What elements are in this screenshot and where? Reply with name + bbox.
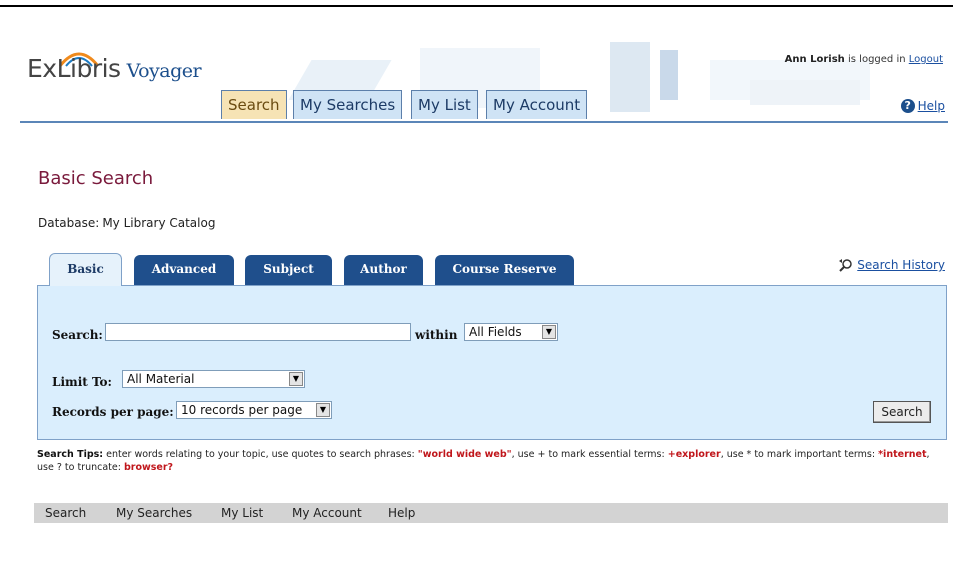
header: ExLibris Voyager Ann Lorish is logged in … bbox=[0, 40, 953, 122]
records-select-value: 10 records per page bbox=[181, 403, 303, 417]
records-select[interactable]: 10 records per page ▼ bbox=[176, 401, 332, 419]
logo-voyager: Voyager bbox=[126, 60, 202, 82]
footer-link-search[interactable]: Search bbox=[45, 503, 86, 523]
records-label: Records per page: bbox=[52, 405, 174, 419]
footer-link-my-searches[interactable]: My Searches bbox=[116, 503, 192, 523]
tab-my-searches[interactable]: My Searches bbox=[293, 90, 403, 119]
chevron-down-icon: ▼ bbox=[542, 325, 556, 339]
help-link-group[interactable]: ? Help bbox=[900, 99, 945, 113]
form-tab-label: Course Reserve bbox=[452, 262, 557, 276]
limit-label: Limit To: bbox=[52, 375, 112, 389]
search-input[interactable] bbox=[105, 323, 411, 341]
logout-link[interactable]: Logout bbox=[909, 54, 943, 65]
logo-exlibris: ExLibris bbox=[27, 54, 121, 83]
limit-select-value: All Material bbox=[127, 372, 195, 386]
form-tab-advanced[interactable]: Advanced bbox=[134, 255, 234, 285]
search-panel: Search: within All Fields ▼ Limit To: Al… bbox=[37, 285, 947, 440]
tips-text-1: enter words relating to your topic, use … bbox=[106, 449, 415, 460]
footer-nav: Search My Searches My List My Account He… bbox=[34, 503, 948, 523]
footer-link-my-account[interactable]: My Account bbox=[292, 503, 362, 523]
tips-text-3: , use * to mark important terms: bbox=[720, 449, 876, 460]
chevron-down-icon: ▼ bbox=[289, 372, 303, 386]
database-value: My Library Catalog bbox=[102, 216, 216, 230]
form-tab-course-reserve[interactable]: Course Reserve bbox=[435, 255, 574, 285]
search-history-group[interactable]: Search History bbox=[838, 258, 945, 272]
login-user: Ann Lorish bbox=[784, 54, 845, 65]
form-tab-basic[interactable]: Basic bbox=[49, 253, 122, 286]
tips-example-truncate: browser? bbox=[123, 462, 174, 473]
chevron-down-icon: ▼ bbox=[316, 403, 330, 417]
tab-label: My Searches bbox=[300, 96, 396, 114]
form-tab-label: Advanced bbox=[151, 262, 217, 276]
tips-example-phrase: "world wide web" bbox=[417, 449, 512, 460]
limit-select[interactable]: All Material ▼ bbox=[122, 370, 305, 388]
tab-label: My Account bbox=[493, 96, 581, 114]
tab-my-account[interactable]: My Account bbox=[486, 90, 588, 119]
header-divider bbox=[20, 121, 948, 123]
within-label: within bbox=[415, 328, 458, 342]
page-title: Basic Search bbox=[38, 168, 154, 189]
tips-example-essential: +explorer bbox=[667, 449, 721, 460]
tips-example-important: *internet bbox=[878, 449, 927, 460]
login-text: is logged in bbox=[848, 54, 906, 65]
search-history-icon bbox=[839, 259, 853, 272]
tips-label: Search Tips: bbox=[37, 449, 104, 460]
tab-search[interactable]: Search bbox=[221, 90, 287, 119]
top-border bbox=[0, 5, 953, 7]
tab-my-list[interactable]: My List bbox=[411, 90, 478, 119]
form-tab-subject[interactable]: Subject bbox=[245, 255, 332, 285]
database-info: Database: My Library Catalog bbox=[38, 216, 215, 230]
login-status: Ann Lorish is logged in Logout bbox=[785, 54, 943, 65]
search-label: Search: bbox=[52, 328, 103, 342]
tab-label: Search bbox=[228, 96, 280, 114]
help-link[interactable]: Help bbox=[918, 99, 945, 113]
logo[interactable]: ExLibris Voyager bbox=[27, 54, 202, 83]
form-tab-label: Author bbox=[360, 262, 407, 276]
within-select-value: All Fields bbox=[469, 325, 522, 339]
tab-label: My List bbox=[418, 96, 471, 114]
help-icon: ? bbox=[900, 99, 915, 113]
database-label: Database: bbox=[38, 216, 100, 230]
search-history-link[interactable]: Search History bbox=[857, 258, 945, 272]
tips-text-2: , use + to mark essential terms: bbox=[511, 449, 665, 460]
footer-link-my-list[interactable]: My List bbox=[221, 503, 263, 523]
search-button[interactable]: Search bbox=[873, 401, 931, 423]
footer-link-help[interactable]: Help bbox=[388, 503, 415, 523]
form-tab-author[interactable]: Author bbox=[344, 255, 423, 285]
search-tips: Search Tips: enter words relating to you… bbox=[37, 448, 942, 474]
within-select[interactable]: All Fields ▼ bbox=[464, 323, 558, 341]
form-tab-label: Subject bbox=[263, 262, 314, 276]
form-tab-label: Basic bbox=[67, 262, 104, 276]
